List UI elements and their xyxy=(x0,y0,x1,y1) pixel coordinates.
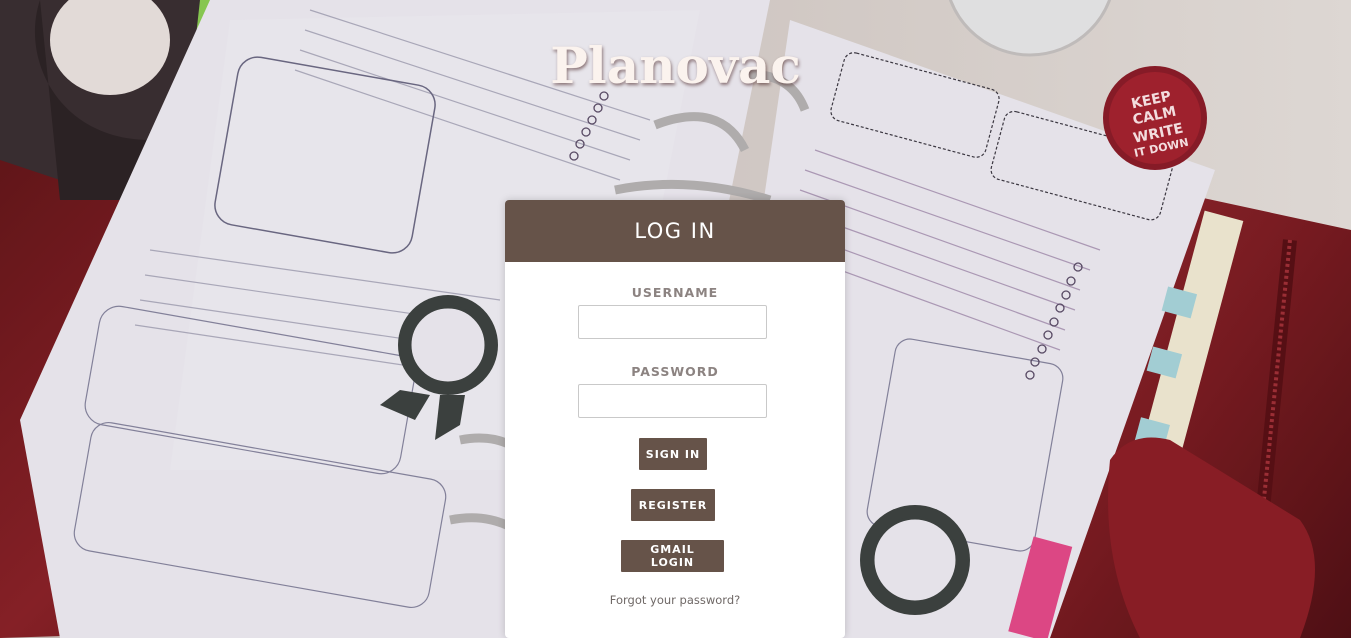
gmail-login-button[interactable]: GMAIL LOGIN xyxy=(621,540,724,572)
login-header: LOG IN xyxy=(505,200,845,262)
login-panel: LOG IN USERNAME PASSWORD SIGN IN REGISTE… xyxy=(505,200,845,638)
register-button[interactable]: REGISTER xyxy=(631,489,715,521)
password-input[interactable] xyxy=(578,384,767,418)
username-input[interactable] xyxy=(578,305,767,339)
username-label: USERNAME xyxy=(631,285,719,300)
app-title: Planovac xyxy=(550,36,801,95)
sign-in-button[interactable]: SIGN IN xyxy=(639,438,707,470)
forgot-password-link[interactable]: Forgot your password? xyxy=(505,593,845,607)
password-label: PASSWORD xyxy=(631,364,719,379)
